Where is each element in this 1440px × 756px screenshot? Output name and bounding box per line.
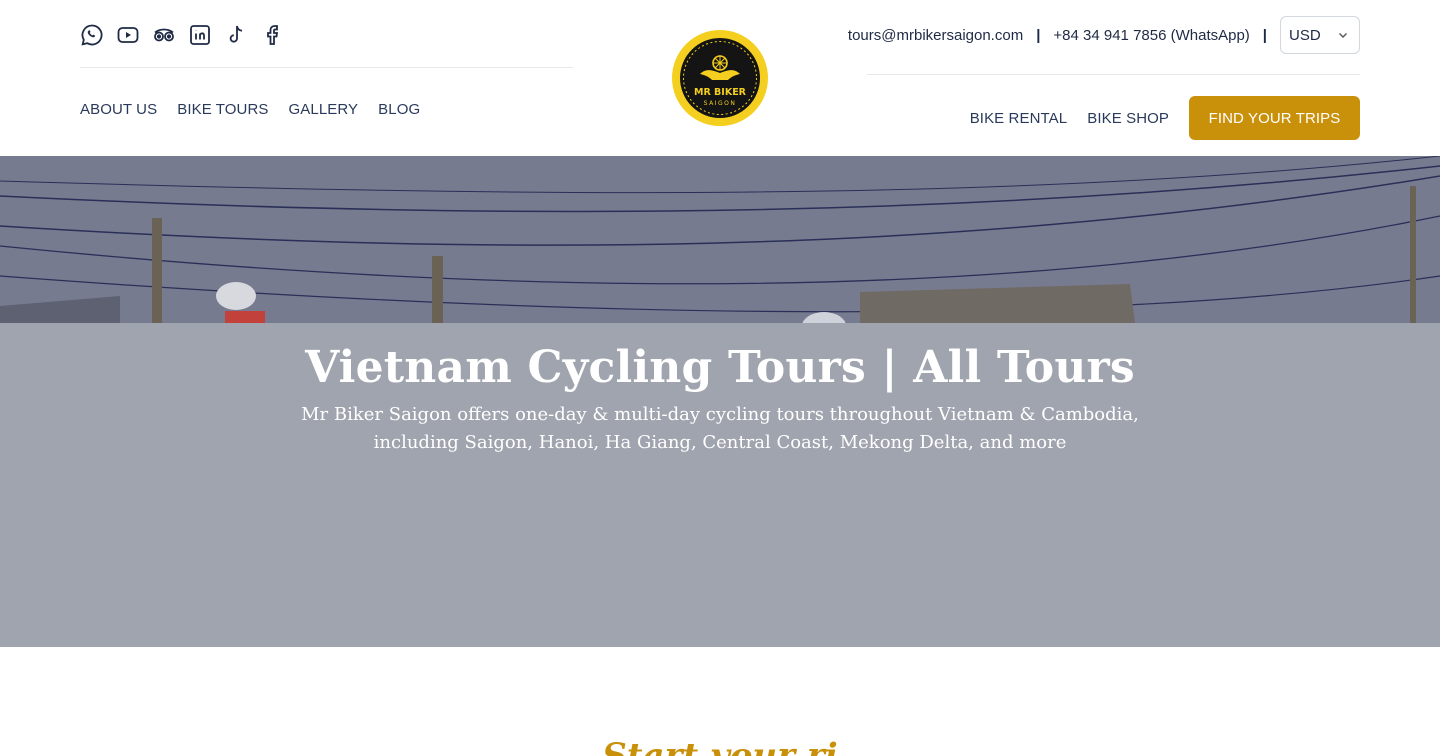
main-nav-left: ABOUT US BIKE TOURS GALLERY BLOG <box>80 101 420 118</box>
whatsapp-icon[interactable] <box>80 22 116 48</box>
facebook-icon[interactable] <box>260 22 296 48</box>
header-divider-left <box>80 67 573 68</box>
find-your-trips-button[interactable]: FIND YOUR TRIPS <box>1189 96 1360 140</box>
youtube-icon[interactable] <box>116 22 152 48</box>
nav-bike-shop[interactable]: BIKE SHOP <box>1087 110 1169 127</box>
main-nav-right: BIKE RENTAL BIKE SHOP FIND YOUR TRIPS <box>970 96 1360 140</box>
currency-value: USD <box>1289 26 1321 44</box>
logo-text-sub: SAIGON <box>704 100 737 107</box>
tiktok-icon[interactable] <box>224 22 260 48</box>
hero-background-image <box>0 156 1440 323</box>
nav-blog[interactable]: BLOG <box>378 101 420 118</box>
section-heading: Start your ri <box>602 736 838 756</box>
contact-separator: | <box>1036 26 1041 44</box>
chevron-down-icon <box>1339 33 1347 38</box>
linkedin-icon[interactable] <box>188 22 224 48</box>
site-logo[interactable]: MR BIKER SAIGON <box>672 30 768 126</box>
nav-gallery[interactable]: GALLERY <box>289 101 359 118</box>
page-subtitle: Mr Biker Saigon offers one-day & multi-d… <box>301 404 1139 453</box>
currency-select[interactable]: USD <box>1280 16 1360 54</box>
contact-separator: | <box>1262 26 1267 44</box>
header-divider-right <box>867 74 1360 75</box>
nav-bike-tours[interactable]: BIKE TOURS <box>177 101 268 118</box>
contact-bar: tours@mrbikersaigon.com | +84 34 941 785… <box>848 16 1360 54</box>
logo-text-main: MR BIKER <box>694 87 747 98</box>
nav-bike-rental[interactable]: BIKE RENTAL <box>970 110 1068 127</box>
tripadvisor-icon[interactable] <box>152 22 188 48</box>
hero-banner: Vietnam Cycling Tours | All Tours Mr Bik… <box>0 156 1440 647</box>
contact-email[interactable]: tours@mrbikersaigon.com <box>848 27 1023 44</box>
nav-about-us[interactable]: ABOUT US <box>80 101 157 118</box>
social-links <box>80 22 296 48</box>
page-title: Vietnam Cycling Tours | All Tours <box>305 342 1135 393</box>
site-header: ABOUT US BIKE TOURS GALLERY BLOG MR BIKE… <box>0 0 1440 156</box>
contact-phone[interactable]: +84 34 941 7856 (WhatsApp) <box>1053 27 1249 44</box>
